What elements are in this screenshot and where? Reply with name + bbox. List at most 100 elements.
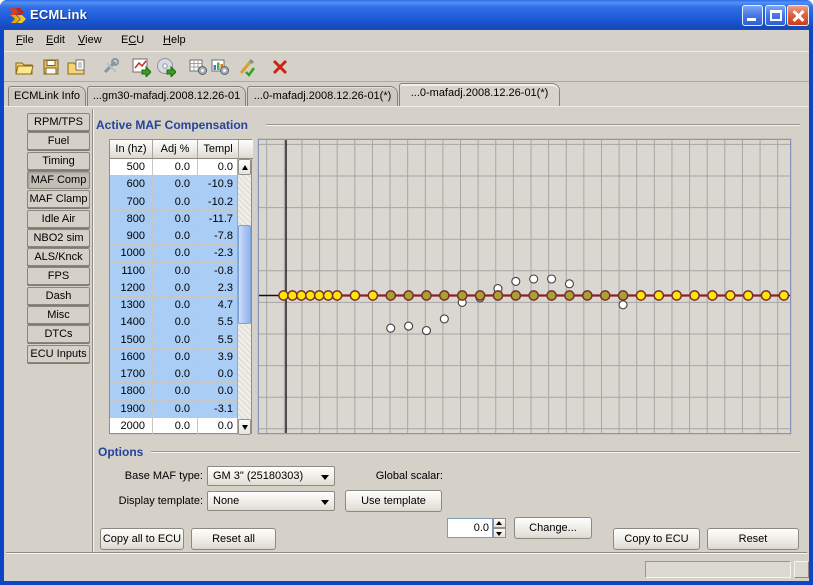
cell-templ[interactable]: -10.2 [198,194,239,211]
compensation-point[interactable] [333,291,342,300]
compensation-point-selected[interactable] [440,291,449,300]
toolbar-export-chart-icon[interactable] [131,57,151,77]
cell-hz[interactable]: 1800 [110,383,153,400]
compensation-point-selected[interactable] [547,291,556,300]
cell-adj[interactable]: 0.0 [153,383,198,400]
copy-to-ecu-button[interactable]: Copy to ECU [613,528,700,550]
table-row[interactable]: 11000.0-0.8 [110,263,239,280]
cell-hz[interactable]: 1500 [110,332,153,349]
cell-adj[interactable]: 0.0 [153,401,198,418]
compensation-point[interactable] [779,291,788,300]
toolbar-import-folder-icon[interactable] [66,57,86,77]
table-header-adj-pct[interactable]: Adj % [153,140,198,159]
scrollbar-thumb[interactable] [238,225,251,324]
cell-templ[interactable]: -0.8 [198,263,239,280]
cell-adj[interactable]: 0.0 [153,245,198,262]
cell-templ[interactable]: -2.3 [198,245,239,262]
minimize-button[interactable] [742,5,763,26]
cell-templ[interactable]: -3.1 [198,401,239,418]
cell-adj[interactable]: 0.0 [153,314,198,331]
global-scalar-input[interactable] [447,518,493,538]
compensation-point-selected[interactable] [422,291,431,300]
compensation-point[interactable] [654,291,663,300]
compensation-point[interactable] [708,291,717,300]
compensation-point[interactable] [672,291,681,300]
cell-adj[interactable]: 0.0 [153,176,198,193]
toolbar-tools-icon[interactable] [101,57,121,77]
cell-templ[interactable]: -11.7 [198,211,239,228]
table-row[interactable]: 14000.05.5 [110,314,239,331]
table-row[interactable]: 12000.02.3 [110,280,239,297]
sidebar-item-maf-comp[interactable]: MAF Comp [27,171,90,189]
cell-hz[interactable]: 1400 [110,314,153,331]
cell-templ[interactable]: 0.0 [198,159,239,176]
reset-all-button[interactable]: Reset all [191,528,276,550]
chart-canvas[interactable] [259,140,790,433]
cell-adj[interactable]: 0.0 [153,349,198,366]
compensation-point[interactable] [690,291,699,300]
compensation-point-selected[interactable] [404,291,413,300]
menu-item-edit[interactable]: Edit [43,33,68,49]
sidebar-item-rpm-tps[interactable]: RPM/TPS [27,113,90,131]
scroll-down-button[interactable] [238,419,251,435]
close-button[interactable] [787,5,809,26]
toolbar-graph-settings-icon[interactable] [210,57,230,77]
table-row[interactable]: 15000.05.5 [110,332,239,349]
compensation-point-selected[interactable] [618,291,627,300]
cell-adj[interactable]: 0.0 [153,228,198,245]
sidebar-item-ecu-inputs[interactable]: ECU Inputs [27,345,90,363]
cell-templ[interactable]: 5.5 [198,314,239,331]
cell-hz[interactable]: 500 [110,159,153,176]
table-row[interactable]: 9000.0-7.8 [110,228,239,245]
menu-item-view[interactable]: View [75,33,105,49]
cell-hz[interactable]: 700 [110,194,153,211]
compensation-point-selected[interactable] [458,291,467,300]
scalar-spin-up-button[interactable] [493,518,506,528]
title-bar[interactable]: ECMLink [0,0,813,30]
compensation-point[interactable] [315,291,324,300]
cell-adj[interactable]: 0.0 [153,194,198,211]
cell-hz[interactable]: 600 [110,176,153,193]
compensation-point[interactable] [324,291,333,300]
compensation-point[interactable] [288,291,297,300]
cell-templ[interactable]: 4.7 [198,297,239,314]
compensation-point[interactable] [350,291,359,300]
cell-templ[interactable]: -10.9 [198,176,239,193]
compensation-point[interactable] [761,291,770,300]
sidebar-item-idle-air[interactable]: Idle Air [27,210,90,228]
table-row[interactable]: 6000.0-10.9 [110,176,239,193]
compensation-point[interactable] [726,291,735,300]
toolbar-write-cd-icon[interactable] [156,57,176,77]
table-row[interactable]: 18000.00.0 [110,383,239,400]
table-row[interactable]: 19000.0-3.1 [110,401,239,418]
maximize-button[interactable] [765,5,786,26]
cell-adj[interactable]: 0.0 [153,211,198,228]
tab-log-3[interactable]: ...0-mafadj.2008.12.26-01(*) [399,83,560,106]
sidebar-item-dtcs[interactable]: DTCs [27,325,90,343]
cell-hz[interactable]: 1600 [110,349,153,366]
table-row[interactable]: 5000.00.0 [110,159,239,176]
compensation-point-selected[interactable] [565,291,574,300]
cell-templ[interactable]: 0.0 [198,383,239,400]
compensation-point-selected[interactable] [601,291,610,300]
copy-all-to-ecu-button[interactable]: Copy all to ECU [100,528,184,550]
cell-adj[interactable]: 0.0 [153,280,198,297]
cell-adj[interactable]: 0.0 [153,418,198,435]
sidebar-item-timing[interactable]: Timing [27,152,90,170]
compensation-point[interactable] [306,291,315,300]
display-template-combobox[interactable]: None [207,491,335,511]
table-row[interactable]: 20000.00.0 [110,418,239,435]
compensation-point-selected[interactable] [511,291,520,300]
tab-ecmlink-info[interactable]: ECMLink Info [8,86,86,106]
toolbar-save-file-icon[interactable] [41,57,61,77]
compensation-point[interactable] [297,291,306,300]
sidebar-item-nbo2-sim[interactable]: NBO2 sim [27,229,90,247]
table-scrollbar[interactable] [237,159,251,435]
menu-item-help[interactable]: Help [160,33,189,49]
tab-log-2[interactable]: ...0-mafadj.2008.12.26-01(*) [247,86,398,106]
sidebar-item-als-knck[interactable]: ALS/Knck [27,248,90,266]
cell-templ[interactable]: -7.8 [198,228,239,245]
cell-templ[interactable]: 3.9 [198,349,239,366]
resize-grip[interactable] [794,561,809,578]
sidebar-item-fps[interactable]: FPS [27,267,90,285]
